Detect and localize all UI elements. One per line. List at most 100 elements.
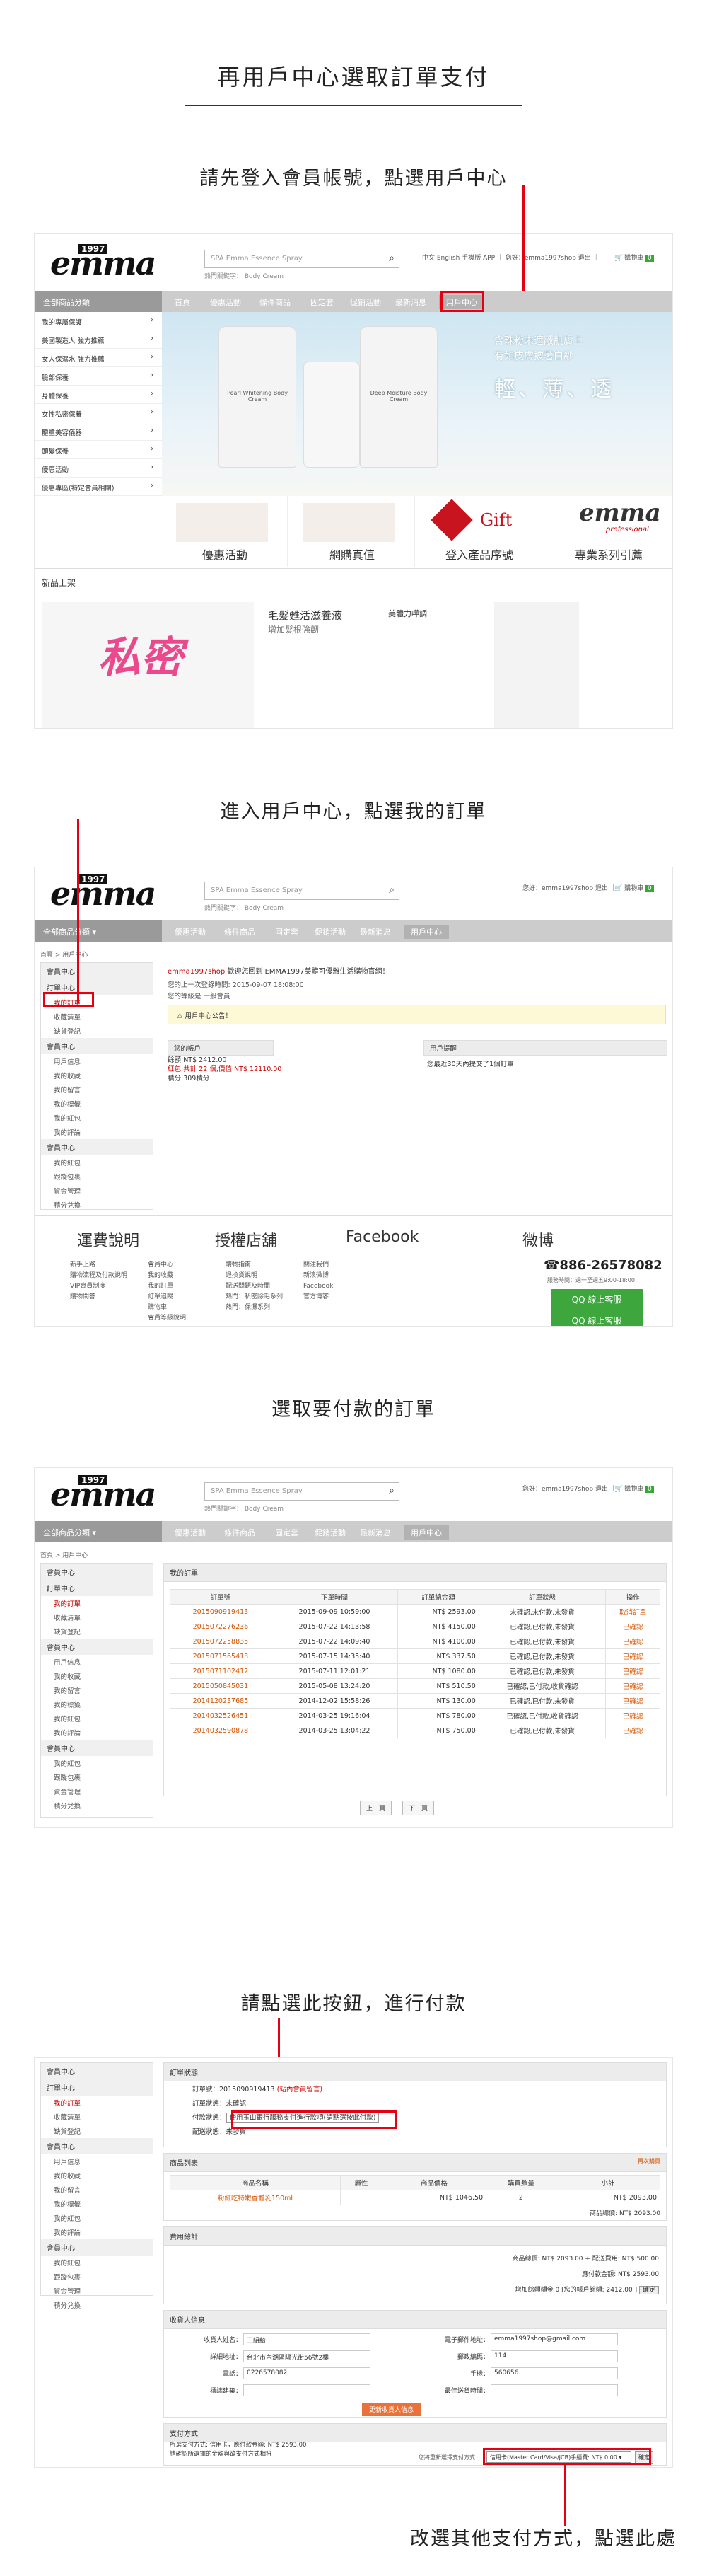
top-links[interactable]: 中文 English 手機版 APP ｜ 您好：emma1997shop 退出 … <box>422 253 600 262</box>
footer-shipping[interactable]: 運費說明 <box>77 1228 139 1251</box>
nav-sales[interactable]: 促銷活動 <box>315 926 346 937</box>
update-receiver-button[interactable]: 更新收貨人信息 <box>362 2403 421 2416</box>
receiver-mobile-field[interactable]: 560656 <box>491 2367 618 2379</box>
next-page-button[interactable]: 下一頁 <box>402 1801 435 1815</box>
nav-news[interactable]: 最新消息 <box>360 1527 391 1538</box>
prev-page-button[interactable]: 上一頁 <box>360 1801 392 1815</box>
sidebar-item[interactable]: 收藏清單 <box>41 1610 153 1624</box>
sidebar-item[interactable]: 我的評論 <box>41 1125 153 1139</box>
sidebar-item[interactable]: 我的標籤 <box>41 2197 153 2211</box>
order-action[interactable]: 已確認 <box>605 1663 660 1679</box>
order-row[interactable]: 2015072258835 2015-07-22 14:09:40 NT$ 4100… <box>170 1634 660 1649</box>
sidebar-item[interactable]: 缺貨登記 <box>41 1024 153 1038</box>
order-number[interactable]: 2015050845031 <box>170 1678 271 1694</box>
sidebar-item[interactable]: 我的紅包 <box>41 2256 153 2270</box>
rebuy-link[interactable]: 再次購買 <box>638 2157 660 2165</box>
promo-box-deals[interactable]: 優惠活動 <box>162 496 288 567</box>
nav-user-center[interactable]: 用戶中心 <box>404 1525 449 1540</box>
cart-link[interactable]: 🛒 購物車 0 <box>614 1484 654 1493</box>
top-links[interactable]: 您好：emma1997shop 退出 ｜ <box>522 883 617 892</box>
sidebar-item[interactable]: 積分兌換 <box>41 1798 153 1813</box>
sidebar-item[interactable]: 資金管理 <box>41 1184 153 1198</box>
nav-category[interactable]: 全部商品分類 ▾ <box>35 920 162 942</box>
order-row[interactable]: 2014032526451 2014-03-25 19:16:04 NT$ 780.… <box>170 1708 660 1723</box>
order-row[interactable]: 2014032590878 2014-03-25 13:04:22 NT$ 750.… <box>170 1723 660 1738</box>
sidebar-item[interactable]: 我的標籤 <box>41 1697 153 1711</box>
new-product-tile-2[interactable]: 毛髮甦活滋養液 增加髮根強韌 <box>261 602 374 728</box>
sidebar-item[interactable]: 積分兌換 <box>41 1198 153 1212</box>
order-action[interactable]: 已確認 <box>605 1648 660 1664</box>
sidebar-item[interactable]: 我的留言 <box>41 1683 153 1697</box>
order-action[interactable]: 已確認 <box>605 1708 660 1723</box>
search-input[interactable]: SPA Emma Essence Spray ⌕ <box>204 1482 399 1501</box>
nav-fixed[interactable]: 固定套 <box>310 296 334 308</box>
search-icon[interactable]: ⌕ <box>389 1485 395 1496</box>
nav-conditional[interactable]: 條件商品 <box>224 926 255 937</box>
footer-facebook[interactable]: Facebook <box>346 1228 419 1246</box>
qq-service-button[interactable]: QQ 線上客服 <box>551 1310 643 1326</box>
receiver-email-field[interactable]: emma1997shop@gmail.com <box>491 2333 618 2345</box>
order-action[interactable]: 已確認 <box>605 1693 660 1709</box>
sidebar-item[interactable]: 收藏清單 <box>41 1010 153 1024</box>
search-input[interactable]: SPA Emma Essence Spray ⌕ <box>204 882 399 900</box>
new-product-tile-4[interactable] <box>494 602 579 728</box>
search-icon[interactable]: ⌕ <box>389 253 395 264</box>
sidebar-item[interactable]: 我的紅包 <box>41 1711 153 1726</box>
sidebar-item[interactable]: 我的紅包 <box>41 1155 153 1169</box>
order-row[interactable]: 2014120237685 2014-12-02 15:58:26 NT$ 130.… <box>170 1693 660 1709</box>
sidebar-item[interactable]: 我的紅包 <box>41 1111 153 1125</box>
nav-news[interactable]: 最新消息 <box>395 296 426 308</box>
order-number[interactable]: 2015071102412 <box>170 1663 271 1679</box>
order-action[interactable]: 已確認 <box>605 1678 660 1694</box>
sidebar-item[interactable]: 用戶信息 <box>41 1655 153 1669</box>
nav-promo[interactable]: 優惠活動 <box>175 1527 206 1538</box>
footer-stores[interactable]: 授權店舖 <box>215 1228 277 1251</box>
nav-promo[interactable]: 優惠活動 <box>210 296 241 308</box>
sidebar-item[interactable]: 我的評論 <box>41 2225 153 2239</box>
order-number[interactable]: 2014032590878 <box>170 1723 271 1738</box>
order-message-link[interactable]: (站內會員留言) <box>277 2086 322 2093</box>
nav-conditional[interactable]: 條件商品 <box>259 296 291 308</box>
balance-confirm-button[interactable]: 確定 <box>638 2286 659 2294</box>
nav-fixed[interactable]: 固定套 <box>275 926 298 937</box>
order-number[interactable]: 2015072276236 <box>170 1619 271 1634</box>
search-input[interactable]: SPA Emma Essence Spray ⌕ <box>204 250 399 268</box>
receiver-zip-field[interactable]: 114 <box>491 2350 618 2362</box>
sidebar-item[interactable]: 缺貨登記 <box>41 1624 153 1639</box>
sidebar-item[interactable]: 我的留言 <box>41 1082 153 1097</box>
order-number[interactable]: 2015071565413 <box>170 1648 271 1664</box>
promo-box-professional[interactable]: emma professional 專業系列引薦 <box>544 496 672 567</box>
new-product-tile-1[interactable]: 私密 <box>42 602 254 728</box>
receiver-name-field[interactable]: 王紹綺 <box>243 2333 370 2345</box>
order-row[interactable]: 2015072276236 2015-07-22 14:13:58 NT$ 4150… <box>170 1619 660 1634</box>
receiver-building-field[interactable] <box>243 2384 370 2396</box>
receiver-time-field[interactable] <box>491 2384 618 2396</box>
top-links[interactable]: 您好：emma1997shop 退出 ｜ <box>522 1484 617 1493</box>
sidebar-item-my-orders[interactable]: 我的訂單 <box>41 2096 153 2110</box>
sidebar-item[interactable]: 我的收藏 <box>41 2168 153 2183</box>
promo-box-authentic[interactable]: 網購真值 <box>289 496 415 567</box>
order-row[interactable]: 2015071102412 2015-07-11 12:01:21 NT$ 1080… <box>170 1663 660 1679</box>
sidebar-item[interactable]: 跟蹤包裹 <box>41 2270 153 2284</box>
nav-sales[interactable]: 促銷活動 <box>315 1527 346 1538</box>
nav-user-center[interactable]: 用戶中心 <box>404 925 449 939</box>
sidebar-item[interactable]: 我的紅包 <box>41 1756 153 1770</box>
sidebar-item[interactable]: 資金管理 <box>41 1784 153 1798</box>
qq-service-button[interactable]: QQ 線上客服 <box>551 1289 643 1310</box>
order-number[interactable]: 2014120237685 <box>170 1693 271 1709</box>
nav-home[interactable]: 首頁 <box>175 296 190 308</box>
order-number[interactable]: 2014032526451 <box>170 1708 271 1723</box>
hero-banner[interactable]: Pearl Whitening Body Cream Deep Moisture… <box>162 312 672 496</box>
nav-news[interactable]: 最新消息 <box>360 926 391 937</box>
cart-link[interactable]: 🛒 購物車 0 <box>614 883 654 892</box>
footer-weibo[interactable]: 微博 <box>522 1228 554 1251</box>
sidebar-item[interactable]: 我的留言 <box>41 2183 153 2197</box>
new-product-tile-3[interactable]: 美體力嘩調 <box>381 602 487 728</box>
sidebar-item[interactable]: 我的紅包 <box>41 2211 153 2225</box>
order-row[interactable]: 2015090919413 2015-09-09 10:59:00 NT$ 2593… <box>170 1604 660 1619</box>
nav-conditional[interactable]: 條件商品 <box>224 1527 255 1538</box>
goods-name[interactable]: 粉紅吃特嫩香體乳150ml <box>169 2190 341 2205</box>
receiver-phone-field[interactable]: 0226578082 <box>243 2367 370 2379</box>
sidebar-item[interactable]: 跟蹤包裹 <box>41 1770 153 1784</box>
sidebar-item[interactable]: 我的標籤 <box>41 1097 153 1111</box>
